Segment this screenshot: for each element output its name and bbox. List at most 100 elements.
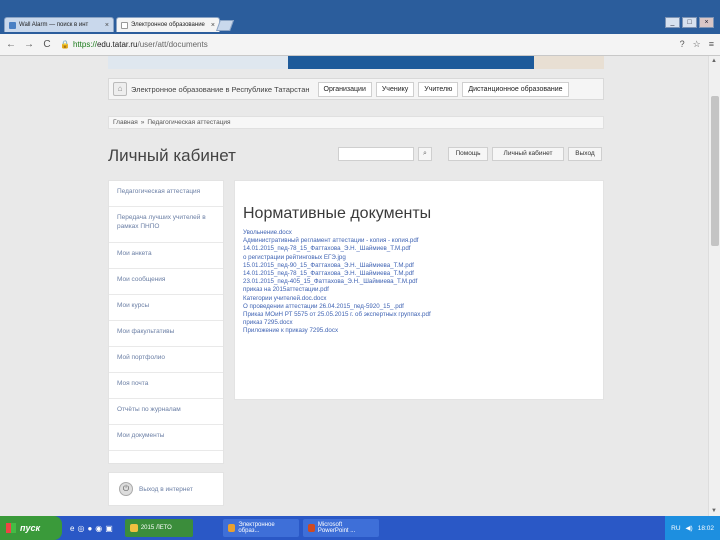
url-path: /user/att/documents [137,40,208,49]
breadcrumb: Главная » Педагогическая аттестация [108,116,604,129]
document-link[interactable]: Увольнение.docx [243,229,595,237]
browser-tab-edu[interactable]: Электронное образование × [116,17,220,32]
portal-nav-bar: ⌂ Электронное образование в Республике Т… [108,78,604,100]
clock[interactable]: 18:02 [698,525,714,532]
exit-internet-button[interactable]: ⏻ Выход в интернет [108,472,224,506]
breadcrumb-home[interactable]: Главная [113,119,138,126]
taskbar-item-label: Microsoft PowerPoint ... [317,522,356,534]
language-indicator[interactable]: RU [671,525,680,532]
exit-internet-label: Выход в интернет [139,485,193,493]
search-button[interactable]: ⌕ [418,147,432,161]
nav-student[interactable]: Ученику [375,81,415,97]
url-host: edu.tatar.ru [96,40,138,49]
help-button[interactable]: Помощь [448,147,488,161]
search-input[interactable] [338,147,414,161]
maximize-button[interactable]: □ [682,17,697,28]
taskbar-item-folder[interactable]: 2015 ЛЕТО [124,519,193,537]
opera-icon[interactable]: ● [87,524,92,533]
exit-button[interactable]: Выход [568,147,602,161]
scroll-thumb[interactable] [711,96,719,246]
document-link[interactable]: О проведении аттестации 26.04.2015_пед-5… [243,303,595,311]
document-link[interactable]: 15.01.2015_пед-90_15_Фаттахова_Э.Н._Шайм… [243,262,595,270]
start-label: пуск [20,523,41,533]
window-controls: _ □ × [665,17,714,28]
quick-launch: e ◎ ● ◉ ▣ [62,524,121,533]
back-button[interactable]: ← [6,39,16,50]
chrome-icon[interactable]: ◉ [95,524,102,533]
reload-button[interactable]: C [42,39,52,50]
nav-distance-education[interactable]: Дистанционное образование [462,81,569,97]
tab-close-icon[interactable]: × [105,22,109,29]
sidebar-item-courses[interactable]: Мои курсы [109,295,223,321]
document-link[interactable]: о регистрации рейтинговых ЕГЭ.jpg [243,254,595,262]
close-window-button[interactable]: × [699,17,714,28]
chrome-icon [227,524,236,532]
sidebar-item-portfolio[interactable]: Мой портфолио [109,347,223,373]
tab-close-icon[interactable]: × [211,22,215,29]
sidebar-item-electives[interactable]: Мои факультативы [109,321,223,347]
nav-organizations[interactable]: Организации [317,81,372,97]
cabinet-button[interactable]: Личный кабинет [492,147,564,161]
breadcrumb-current: Педагогическая аттестация [147,119,231,126]
portal-title[interactable]: Электронное образование в Республике Тат… [131,85,310,94]
minimize-button[interactable]: _ [665,17,680,28]
menu-icon[interactable]: ≡ [709,39,714,50]
document-link[interactable]: Приложение к приказу 7295.docx [243,327,595,335]
tab-favicon-icon [9,21,16,29]
sidebar-item-profile[interactable]: Мои анкета [109,243,223,269]
lock-icon: 🔒 [60,40,70,49]
documents-panel: Нормативные документы Увольнение.docx Ад… [234,180,604,400]
forward-button[interactable]: → [24,39,34,50]
emblem-icon: ⌂ [113,82,127,96]
document-link[interactable]: Категории учителей.doc.docx [243,295,595,303]
content-title: Нормативные документы [243,205,432,222]
page-scrollbar[interactable]: ▲ ▼ [708,56,720,516]
app-icon[interactable]: ▣ [105,524,113,533]
tab-favicon-icon [121,21,128,29]
scroll-up-icon[interactable]: ▲ [711,58,717,64]
windows-logo-icon [6,523,16,533]
search-icon: ⌕ [423,150,427,157]
address-bar[interactable]: 🔒 https://edu.tatar.ru/user/att/document… [60,40,208,49]
sidebar-item-journal-reports[interactable]: Отчёты по журналам [109,399,223,425]
volume-icon[interactable]: ◀) [686,524,693,532]
sidebar-item-mail[interactable]: Моя почта [109,373,223,399]
new-tab-button[interactable] [215,20,235,31]
page-viewport: ⌂ Электронное образование в Республике Т… [0,56,720,516]
start-button[interactable]: пуск [0,516,62,540]
document-link[interactable]: 14.01.2015_пед-78_15_Фаттахова_Э.Н._Шайм… [243,270,595,278]
sidebar-item-documents[interactable]: Мои документы [109,425,223,451]
document-link[interactable]: приказ на 2015аттестации.pdf [243,286,595,294]
taskbar: пуск e ◎ ● ◉ ▣ 2015 ЛЕТО Электронное обр… [0,516,720,540]
browser-tab-bar: Wall Alarm — поиск в инт × Электронное о… [0,0,720,34]
ie-icon[interactable]: e [70,524,74,533]
powerpoint-icon [307,524,315,532]
document-link[interactable]: 14.01.2015_пед-78_15_Фаттахова_Э.Н._Шайм… [243,245,595,253]
taskbar-item-label: 2015 ЛЕТО [140,525,172,531]
banner-light-area [108,56,288,69]
page-title: Личный кабинет [108,146,236,165]
sidebar-item-attestation[interactable]: Педагогическая аттестация [109,181,223,207]
taskbar-item-label: Электронное образ... [238,522,275,534]
star-icon[interactable]: ☆ [693,39,701,50]
sidebar-item-best-teachers[interactable]: Передача лучших учителей в рамках ПНПО [109,207,223,243]
exit-icon: ⏻ [119,482,133,496]
document-link[interactable]: Приказ МОиН РТ 5575 от 25.05.2015 г. об … [243,311,595,319]
sidebar: Педагогическая аттестация Передача лучши… [108,180,224,464]
folder-icon [129,524,138,532]
media-icon[interactable]: ◎ [77,524,84,533]
document-link[interactable]: 23.01.2015_пед-405_15_Фаттахова_Э.Н._Шай… [243,278,595,286]
system-tray: RU ◀) 18:02 [665,516,720,540]
breadcrumb-separator: » [140,119,145,126]
tab-label: Wall Alarm — поиск в инт [19,22,89,28]
document-link[interactable]: приказ 7295.docx [243,319,595,327]
key-icon[interactable]: ? [680,39,685,50]
taskbar-item-browser[interactable]: Электронное образ... [222,519,299,537]
taskbar-item-powerpoint[interactable]: Microsoft PowerPoint ... [302,519,379,537]
scroll-down-icon[interactable]: ▼ [711,508,717,514]
nav-teacher[interactable]: Учителю [418,81,459,97]
browser-tab-search[interactable]: Wall Alarm — поиск в инт × [4,17,114,32]
url-scheme: https:// [72,40,97,49]
document-link[interactable]: Административный регламент аттестации - … [243,237,595,245]
sidebar-item-messages[interactable]: Мои сообщения [109,269,223,295]
